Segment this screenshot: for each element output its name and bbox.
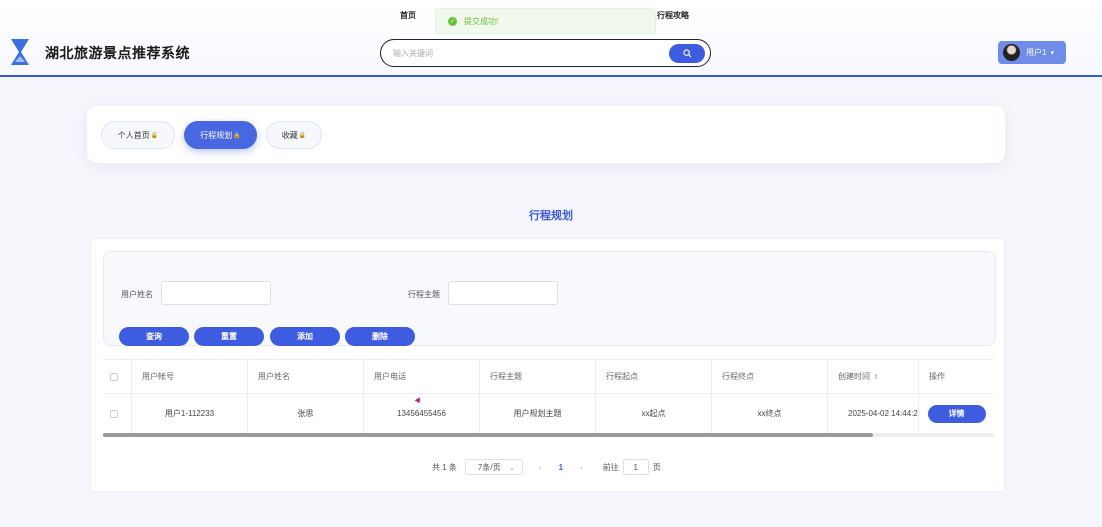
tab-label: 个人首页 <box>117 130 150 140</box>
tab-personal-home[interactable]: 个人首页 🔒 <box>101 121 175 149</box>
check-icon: ✓ <box>448 16 457 26</box>
page-size-select[interactable]: 7条/页 ⌄ <box>464 459 523 475</box>
trip-theme-label: 行程主题 <box>408 290 440 299</box>
pagination-total: 共 1 条 <box>432 462 457 472</box>
hourglass-logo-icon <box>11 39 29 65</box>
row-select-cell <box>103 394 132 433</box>
sort-icon[interactable]: ⇕ <box>873 373 879 381</box>
select-all-cell <box>103 360 132 393</box>
toast-message: 提交成功! <box>464 16 499 26</box>
detail-button[interactable]: 详情 <box>927 404 986 423</box>
lock-icon: 🔒 <box>233 132 241 139</box>
action-cell: 详情 <box>919 394 994 433</box>
search-bar: 输入关键词 <box>380 39 711 67</box>
page-unit-label: 页 <box>652 462 661 472</box>
search-button[interactable] <box>669 44 705 63</box>
select-all-checkbox[interactable] <box>110 372 118 381</box>
page-title: 行程规划 <box>529 210 573 222</box>
lock-icon: 🔒 <box>150 132 159 139</box>
table-cell: 用户1-112233 <box>132 394 248 433</box>
main-card: 用户姓名 行程主题 查询 重置 添加 删除 用户帐号 用户姓名 用户电话 行程主… <box>90 238 1005 492</box>
horizontal-scrollbar[interactable] <box>103 433 873 437</box>
search-input[interactable]: 输入关键词 <box>393 48 433 59</box>
goto-page-input[interactable]: 1 <box>622 459 649 475</box>
table-row: 用户1-112233 张思 13456455456 用户规划主题 xx起点 xx… <box>103 394 994 434</box>
table-cell: xx终点 <box>712 394 828 433</box>
avatar <box>1003 44 1020 61</box>
current-page[interactable]: 1 <box>559 463 563 472</box>
table-cell: 2025-04-02 14:44:2 <box>828 394 919 433</box>
query-button[interactable]: 查询 <box>119 327 189 346</box>
nav-home[interactable]: 首页 <box>400 10 416 21</box>
search-icon <box>682 49 691 58</box>
table-cell: 用户规划主题 <box>480 394 596 433</box>
row-checkbox[interactable] <box>110 409 118 418</box>
add-button[interactable]: 添加 <box>270 327 340 346</box>
tab-trip-planning[interactable]: 行程规划 🔒 <box>184 121 257 149</box>
tab-favorites[interactable]: 收藏 🔒 <box>266 121 322 149</box>
next-page-icon[interactable]: › <box>580 463 583 472</box>
column-header: 创建时间 <box>838 372 870 381</box>
top-header: 湖北旅游景点推荐系统 首页 行程攻略 ✓ 提交成功! 输入关键词 用户1 ▾ <box>0 0 1102 77</box>
tab-label: 收藏 <box>281 130 298 140</box>
caret-down-icon: ▾ <box>1050 49 1054 57</box>
user-menu-button[interactable]: 用户1 ▾ <box>998 41 1066 64</box>
table-cell: 张思 <box>248 394 364 433</box>
goto-label: 前往 <box>602 462 619 472</box>
table-header-row: 用户帐号 用户姓名 用户电话 行程主题 行程起点 行程终点 创建时间 ⇕ 操作 <box>103 359 994 394</box>
table-cell: 13456455456 <box>364 394 480 433</box>
column-header: 操作 <box>929 372 945 381</box>
tabs-card: 个人首页 🔒 行程规划 🔒 收藏 🔒 <box>87 106 1005 163</box>
search-form: 用户姓名 行程主题 查询 重置 添加 删除 <box>103 251 996 346</box>
username-label: 用户姓名 <box>121 290 153 299</box>
column-header: 行程起点 <box>596 360 712 393</box>
chevron-down-icon: ⌄ <box>508 462 516 472</box>
pagination: 共 1 条 7条/页 ⌄ ‹ 1 › 前往 1 页 <box>432 459 661 475</box>
trip-theme-input[interactable] <box>448 281 558 305</box>
column-header: 用户帐号 <box>132 360 248 393</box>
username-input[interactable] <box>161 281 271 305</box>
column-header-created[interactable]: 创建时间 ⇕ <box>828 360 919 393</box>
user-name: 用户1 <box>1026 48 1047 57</box>
tab-label: 行程规划 <box>200 130 233 140</box>
page-size-value: 7条/页 <box>477 462 501 472</box>
table-cell: xx起点 <box>596 394 712 433</box>
brand-title: 湖北旅游景点推荐系统 <box>45 45 190 61</box>
nav-travel-guide[interactable]: 行程攻略 <box>657 10 689 21</box>
column-header: 行程主题 <box>480 360 596 393</box>
lock-icon: 🔒 <box>298 132 307 139</box>
reset-button[interactable]: 重置 <box>194 327 264 346</box>
column-header: 用户姓名 <box>248 360 364 393</box>
column-header: 行程终点 <box>712 360 828 393</box>
delete-button[interactable]: 删除 <box>345 327 415 346</box>
column-header: 用户电话 <box>364 360 480 393</box>
prev-page-icon[interactable]: ‹ <box>539 463 542 472</box>
trip-table: 用户帐号 用户姓名 用户电话 行程主题 行程起点 行程终点 创建时间 ⇕ 操作 … <box>103 359 994 439</box>
success-toast: ✓ 提交成功! <box>435 8 656 34</box>
